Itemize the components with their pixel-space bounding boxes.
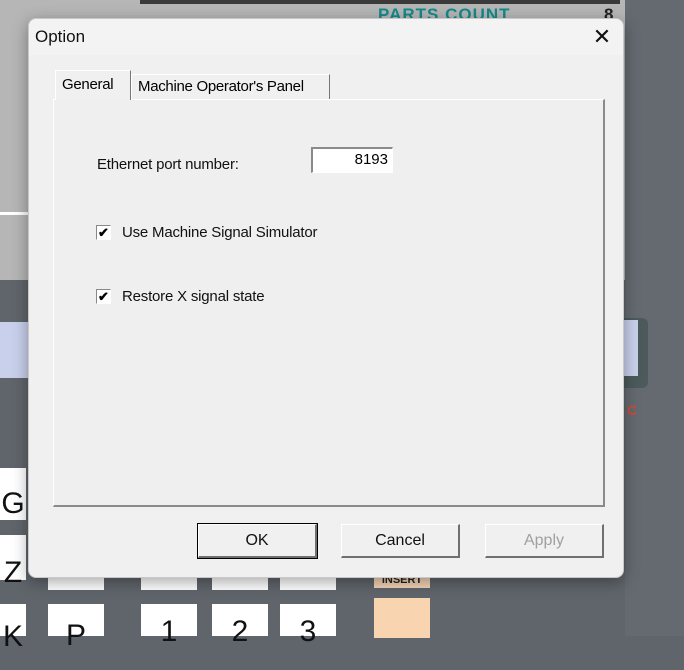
dialog-title: Option: [35, 27, 86, 46]
close-icon[interactable]: ✕: [589, 22, 615, 52]
use-simulator-checkbox[interactable]: ✔: [96, 225, 111, 240]
option-dialog: Option ✕ General Machine Operator's Pane…: [28, 18, 624, 578]
background-softkey-left: [0, 322, 28, 378]
restore-x-signal-checkbox[interactable]: ✔: [96, 289, 111, 304]
key-g: G: [0, 468, 26, 520]
key-k: K: [0, 604, 26, 653]
tab-general[interactable]: General: [55, 70, 131, 100]
ok-button[interactable]: OK: [197, 523, 318, 559]
tab-machine-operators-panel[interactable]: Machine Operator's Panel: [131, 74, 330, 99]
key-p: P: [48, 604, 104, 652]
key-q: Q: [48, 578, 104, 590]
background-softkey-right: [624, 320, 638, 376]
use-simulator-label[interactable]: Use Machine Signal Simulator: [122, 224, 318, 241]
key-1: 1: [141, 604, 197, 648]
restore-x-signal-label[interactable]: Restore X signal state: [122, 288, 265, 305]
key-z: Z: [0, 535, 26, 589]
key-alter: [374, 598, 430, 638]
background-divider: [0, 212, 28, 215]
ethernet-port-input[interactable]: 8193: [311, 147, 393, 173]
ethernet-port-label: Ethernet port number:: [97, 156, 239, 173]
key-left-arrow: [141, 578, 197, 590]
background-screen-border: [140, 0, 620, 4]
key-right-arrow: [280, 578, 336, 590]
key-3: 3: [280, 604, 336, 648]
cancel-button[interactable]: Cancel: [341, 524, 460, 558]
key-w: [212, 578, 268, 590]
key-2: 2: [212, 604, 268, 648]
title-bar: Option ✕: [29, 19, 623, 55]
apply-button[interactable]: Apply: [485, 524, 604, 558]
background-red-letter: C: [627, 402, 638, 418]
